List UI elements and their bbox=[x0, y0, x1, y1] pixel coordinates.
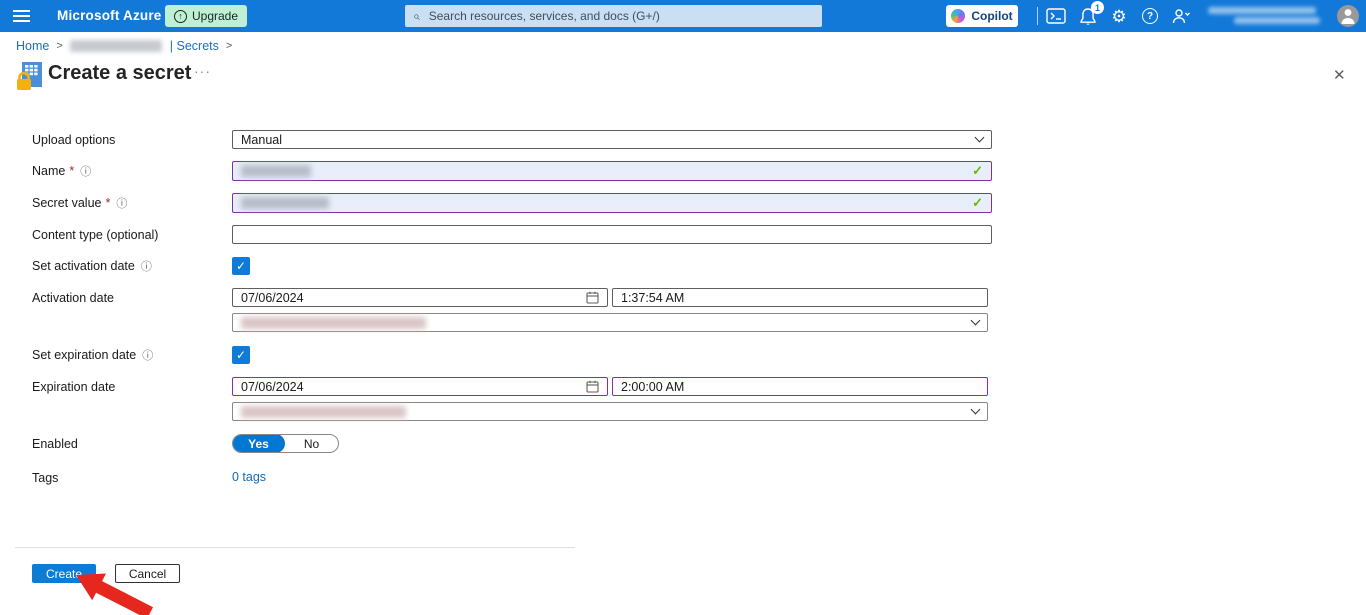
account-avatar[interactable] bbox=[1337, 5, 1359, 27]
breadcrumb: Home > | Secrets > bbox=[0, 32, 1366, 59]
topbar-divider bbox=[1037, 7, 1038, 25]
cloud-shell-icon[interactable] bbox=[1044, 5, 1068, 27]
secret-value-input[interactable]: ✓ bbox=[232, 193, 992, 213]
more-options-ellipsis[interactable]: ··· bbox=[194, 63, 211, 79]
breadcrumb-home-link[interactable]: Home bbox=[16, 39, 49, 53]
notifications-bell-icon[interactable]: 1 bbox=[1076, 1, 1104, 27]
azure-topbar: Microsoft Azure ↑ Upgrade ⌕ Copilot 1 ⚙ … bbox=[0, 0, 1366, 32]
close-icon[interactable]: ✕ bbox=[1329, 64, 1350, 86]
upload-options-label: Upload options bbox=[32, 132, 116, 147]
enabled-no-option[interactable]: No bbox=[285, 435, 338, 452]
copilot-button[interactable]: Copilot bbox=[946, 5, 1018, 27]
secret-value-blurred bbox=[241, 197, 329, 209]
activation-timezone-select[interactable] bbox=[232, 313, 988, 332]
expiration-time-value: 2:00:00 AM bbox=[621, 379, 685, 394]
activation-date-input[interactable]: 07/06/2024 bbox=[232, 288, 608, 307]
search-input[interactable] bbox=[426, 8, 814, 24]
settings-gear-icon[interactable]: ⚙ bbox=[1107, 5, 1131, 27]
enabled-toggle: Yes No bbox=[232, 434, 339, 453]
cancel-button[interactable]: Cancel bbox=[115, 564, 180, 583]
tags-link[interactable]: 0 tags bbox=[232, 470, 266, 484]
checkbox-check-icon: ✓ bbox=[235, 259, 247, 273]
footer-divider bbox=[15, 547, 575, 548]
copilot-label: Copilot bbox=[971, 9, 1013, 23]
info-icon[interactable]: ⓘ bbox=[141, 258, 152, 274]
account-info-blurred bbox=[1208, 7, 1320, 25]
set-expiration-date-label: Set expiration date ⓘ bbox=[32, 347, 154, 363]
enabled-yes-option[interactable]: Yes bbox=[233, 435, 285, 452]
secret-value-label: Secret value * ⓘ bbox=[32, 195, 128, 211]
page-title: Create a secret bbox=[48, 62, 192, 84]
activation-time-value: 1:37:54 AM bbox=[621, 290, 685, 305]
search-icon: ⌕ bbox=[413, 8, 420, 23]
chevron-down-icon bbox=[970, 404, 981, 415]
info-icon[interactable]: ⓘ bbox=[142, 347, 153, 363]
name-input[interactable]: ✓ bbox=[232, 161, 992, 181]
upgrade-button[interactable]: ↑ Upgrade bbox=[165, 5, 248, 27]
required-asterisk: * bbox=[105, 196, 111, 210]
expiration-time-input[interactable]: 2:00:00 AM bbox=[612, 377, 988, 396]
set-expiration-date-checkbox[interactable]: ✓ bbox=[232, 346, 250, 364]
activation-timezone-blurred bbox=[241, 316, 426, 329]
calendar-icon bbox=[586, 380, 599, 393]
breadcrumb-separator: > bbox=[225, 39, 233, 52]
feedback-icon[interactable] bbox=[1169, 5, 1193, 27]
enabled-label: Enabled bbox=[32, 436, 78, 451]
copilot-icon bbox=[951, 9, 966, 23]
global-search[interactable]: ⌕ bbox=[405, 5, 822, 27]
info-icon[interactable]: ⓘ bbox=[80, 163, 91, 179]
content-type-label: Content type (optional) bbox=[32, 227, 159, 242]
create-button[interactable]: Create bbox=[32, 564, 96, 583]
upgrade-arrow-icon: ↑ bbox=[174, 9, 187, 23]
expiration-date-value: 07/06/2024 bbox=[241, 379, 304, 394]
valid-check-icon: ✓ bbox=[972, 163, 983, 178]
hamburger-menu-icon[interactable] bbox=[13, 10, 30, 22]
set-activation-date-checkbox[interactable]: ✓ bbox=[232, 257, 250, 275]
set-activation-date-label: Set activation date ⓘ bbox=[32, 258, 152, 274]
breadcrumb-keyvault-name-blurred[interactable] bbox=[69, 39, 162, 52]
activation-date-value: 07/06/2024 bbox=[241, 290, 304, 305]
chevron-down-icon bbox=[970, 315, 981, 326]
name-value-blurred bbox=[241, 165, 311, 177]
calendar-icon bbox=[586, 291, 599, 304]
expiration-date-input[interactable]: 07/06/2024 bbox=[232, 377, 608, 396]
expiration-timezone-select[interactable] bbox=[232, 402, 988, 421]
checkbox-check-icon: ✓ bbox=[235, 348, 247, 362]
tags-label: Tags bbox=[32, 470, 59, 485]
activation-time-input[interactable]: 1:37:54 AM bbox=[612, 288, 988, 307]
name-label: Name * ⓘ bbox=[32, 163, 92, 179]
activation-date-label: Activation date bbox=[32, 290, 114, 305]
upload-options-value: Manual bbox=[241, 132, 282, 147]
upgrade-label: Upgrade bbox=[192, 9, 239, 23]
breadcrumb-separator: > bbox=[56, 39, 63, 52]
required-asterisk: * bbox=[69, 164, 75, 178]
chevron-down-icon bbox=[974, 132, 985, 143]
content-type-input[interactable] bbox=[232, 225, 992, 244]
notification-badge: 1 bbox=[1091, 1, 1104, 14]
brand-title[interactable]: Microsoft Azure bbox=[57, 8, 162, 23]
expiration-timezone-blurred bbox=[241, 405, 406, 418]
upload-options-select[interactable]: Manual bbox=[232, 130, 992, 149]
expiration-date-label: Expiration date bbox=[32, 379, 116, 394]
breadcrumb-secrets-link[interactable]: | Secrets bbox=[170, 39, 219, 53]
info-icon[interactable]: ⓘ bbox=[116, 195, 127, 211]
secret-document-lock-icon bbox=[16, 61, 44, 96]
valid-check-icon: ✓ bbox=[972, 195, 983, 210]
help-icon[interactable]: ? bbox=[1138, 5, 1162, 27]
